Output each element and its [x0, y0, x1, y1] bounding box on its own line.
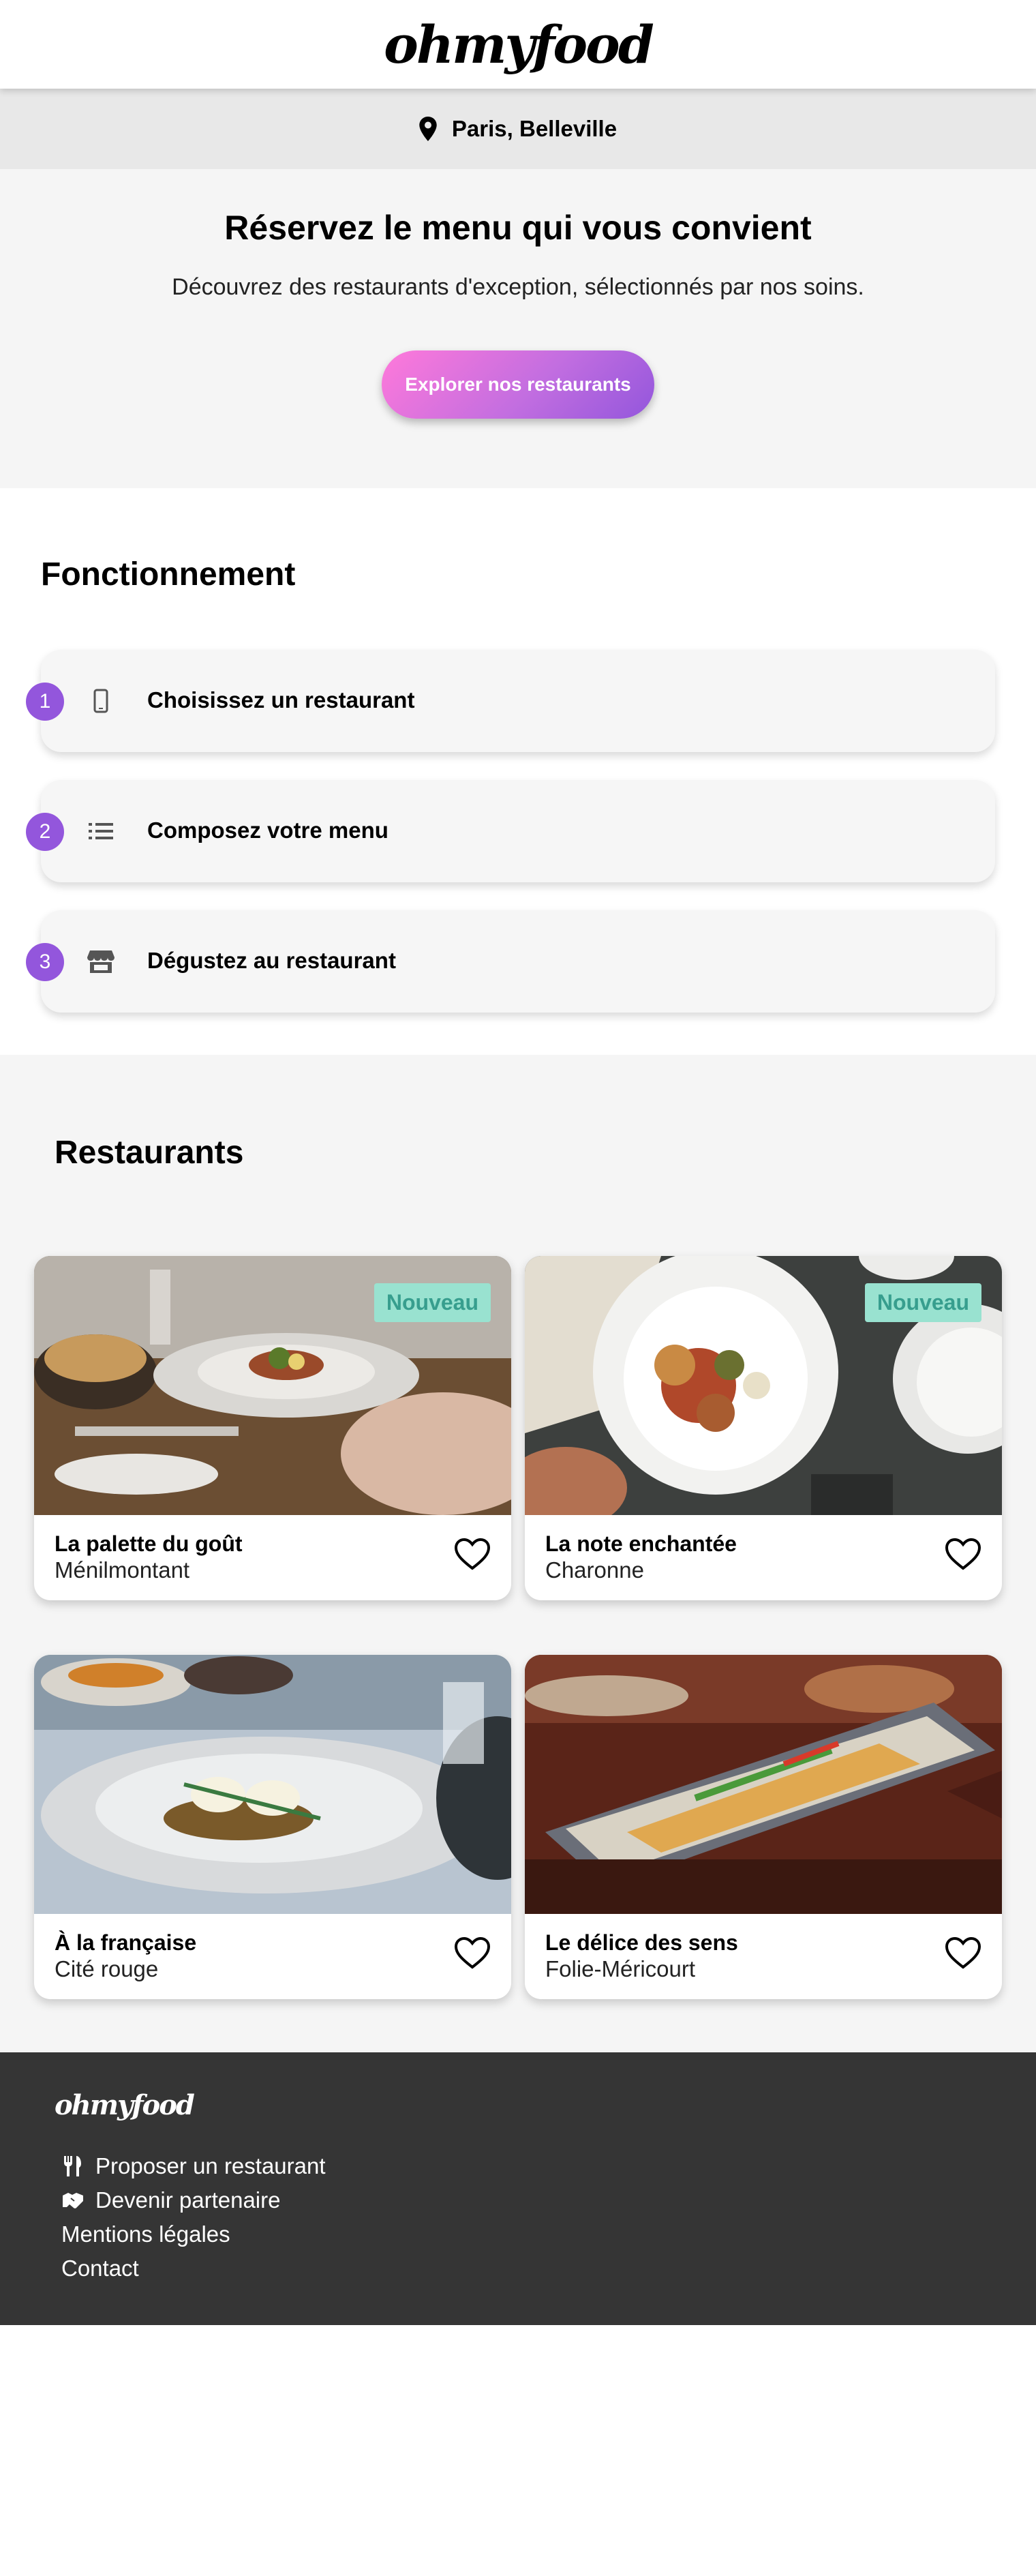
restaurant-photo	[525, 1655, 1002, 1914]
restaurant-card[interactable]: Le délice des sens Folie-Méricourt	[525, 1655, 1002, 1999]
restaurant-area: Cité rouge	[55, 1956, 159, 1981]
heart-icon[interactable]	[454, 1538, 491, 1570]
step-number: 3	[26, 943, 64, 981]
restaurant-area: Folie-Méricourt	[545, 1956, 696, 1981]
step-compose-menu: 2 Composez votre menu	[26, 780, 995, 882]
footer-link-label: Devenir partenaire	[95, 2187, 281, 2213]
step-enjoy-restaurant: 3 Dégustez au restaurant	[26, 910, 995, 1013]
site-footer: ohmyfood Proposer un restaurant Devenir …	[0, 2052, 1036, 2325]
restaurant-name: La note enchantée	[545, 1531, 737, 1556]
step-number: 2	[26, 813, 64, 851]
utensils-icon	[64, 2156, 81, 2176]
footer-link-propose-restaurant[interactable]: Proposer un restaurant	[61, 2153, 326, 2179]
step-label: Choisissez un restaurant	[147, 687, 415, 713]
restaurant-name: À la française	[55, 1930, 197, 1955]
list-icon	[87, 818, 115, 845]
restaurant-card[interactable]: À la française Cité rouge	[34, 1655, 511, 1999]
how-it-works-title: Fonctionnement	[41, 556, 296, 593]
new-badge: Nouveau	[864, 1283, 981, 1322]
restaurant-name: La palette du goût	[55, 1531, 243, 1556]
footer-logo[interactable]: ohmyfood	[55, 2089, 195, 2121]
footer-link-contact[interactable]: Contact	[61, 2256, 139, 2281]
explore-restaurants-button[interactable]: Explorer nos restaurants	[382, 350, 654, 419]
footer-link-label: Mentions légales	[61, 2221, 230, 2247]
step-label: Composez votre menu	[147, 818, 388, 843]
heart-icon[interactable]	[454, 1936, 491, 1969]
hero-section: Réservez le menu qui vous convient Décou…	[0, 169, 1036, 488]
restaurant-card[interactable]: Nouveau La note enchantée Charonne	[525, 1256, 1002, 1600]
restaurants-title: Restaurants	[55, 1135, 244, 1171]
footer-link-label: Contact	[61, 2256, 139, 2281]
restaurant-card[interactable]: Nouveau La palette du goût Ménilmontant	[34, 1256, 511, 1600]
footer-link-legal[interactable]: Mentions légales	[61, 2221, 230, 2247]
site-logo[interactable]: ohmyfood	[384, 14, 654, 75]
location-label: Paris, Belleville	[451, 116, 618, 141]
footer-link-label: Proposer un restaurant	[95, 2153, 326, 2178]
restaurant-area: Ménilmontant	[55, 1557, 190, 1583]
restaurant-area: Charonne	[545, 1557, 644, 1583]
handshake-icon	[63, 2193, 83, 2208]
footer-link-become-partner[interactable]: Devenir partenaire	[61, 2187, 280, 2213]
store-icon	[87, 948, 115, 975]
map-pin-icon	[419, 117, 437, 141]
step-choose-restaurant: 1 Choisissez un restaurant	[26, 650, 995, 752]
restaurant-photo	[34, 1655, 511, 1914]
new-badge: Nouveau	[374, 1283, 491, 1322]
step-number: 1	[26, 683, 64, 721]
restaurant-name: Le délice des sens	[545, 1930, 738, 1955]
hero-title: Réservez le menu qui vous convient	[224, 209, 812, 247]
restaurants-section: Restaurants Nouveau La palette du goût M…	[0, 1055, 1036, 2052]
site-header: ohmyfood	[0, 0, 1036, 89]
mobile-phone-icon	[87, 687, 115, 715]
step-label: Dégustez au restaurant	[147, 948, 396, 973]
location-bar: Paris, Belleville	[0, 89, 1036, 169]
hero-subtitle: Découvrez des restaurants d'exception, s…	[172, 274, 864, 300]
heart-icon[interactable]	[945, 1936, 981, 1969]
heart-icon[interactable]	[945, 1538, 981, 1570]
